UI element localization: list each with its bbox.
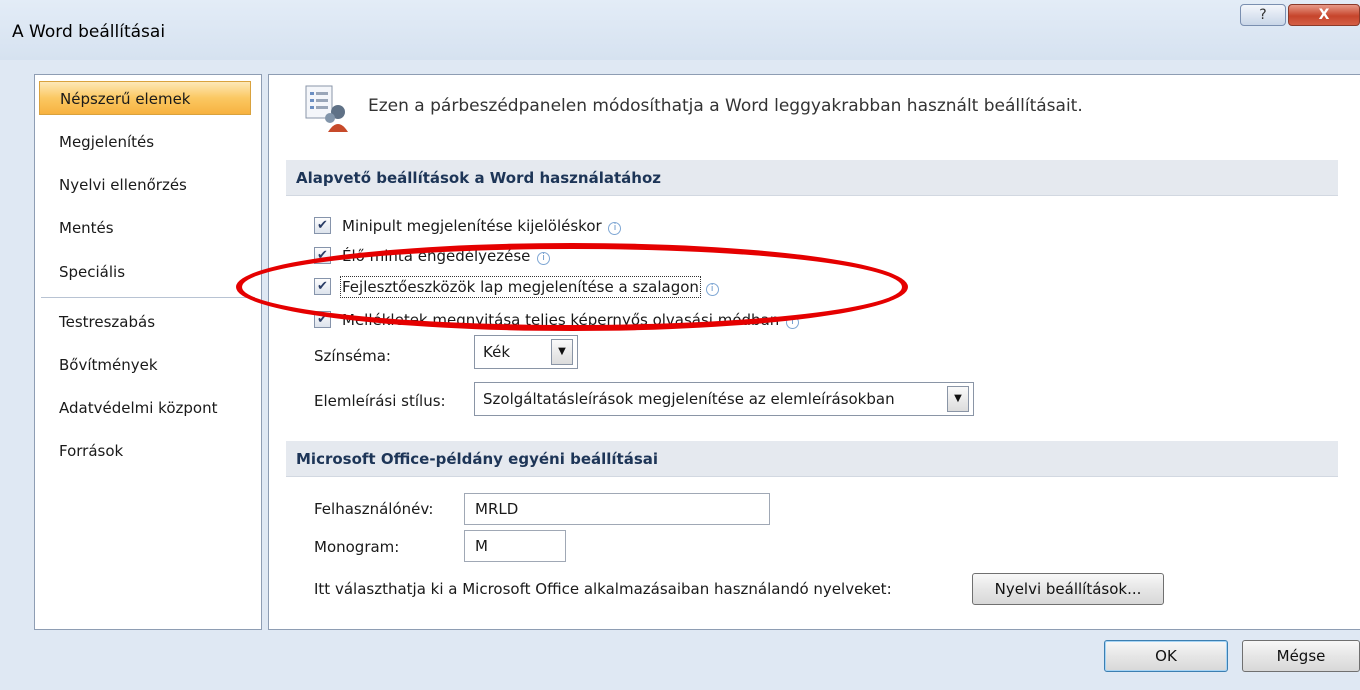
username-input[interactable]: MRLD [464,493,770,525]
section-header-personalize: Microsoft Office-példány egyéni beállítá… [286,441,1338,477]
sidebar-item-resources[interactable]: Források [35,434,261,468]
info-icon[interactable]: i [705,283,719,296]
info-icon[interactable]: i [608,222,622,235]
developer-tab-checkbox[interactable]: ✔ [314,278,331,295]
main-panel [268,74,1360,630]
sidebar-item-proofing[interactable]: Nyelvi ellenőrzés [35,168,261,202]
info-icon[interactable]: i [537,252,551,265]
color-scheme-value: Kék [483,343,511,361]
info-icon[interactable]: i [786,316,800,329]
sidebar-item-popular[interactable]: Népszerű elemek [39,81,251,115]
sidebar-divider [41,297,255,298]
sidebar-item-save[interactable]: Mentés [35,211,261,245]
cancel-button[interactable]: Mégse [1242,640,1360,672]
help-button[interactable]: ? [1240,4,1286,26]
chevron-down-icon[interactable]: ▼ [947,386,969,412]
developer-tab-label: Fejlesztőeszközök lap megjelenítése a sz… [340,276,701,298]
ok-button[interactable]: OK [1104,640,1228,672]
options-header-icon [305,85,348,132]
tooltip-style-value: Szolgáltatásleírások megjelenítése az el… [483,390,895,408]
sidebar-item-advanced[interactable]: Speciális [35,255,261,289]
live-preview-label: Élő minta engedélyezése [342,247,531,265]
section-header-basic: Alapvető beállítások a Word használatáho… [286,160,1338,196]
language-settings-button[interactable]: Nyelvi beállítások... [972,573,1164,605]
header-description: Ezen a párbeszédpanelen módosíthatja a W… [368,96,1083,116]
close-button[interactable]: X [1288,4,1360,26]
sidebar: Népszerű elemek Megjelenítés Nyelvi elle… [34,74,262,630]
window-title: A Word beállításai [12,22,166,42]
live-preview-checkbox[interactable]: ✔ [314,247,331,264]
sidebar-item-addins[interactable]: Bővítmények [35,348,261,382]
mini-toolbar-label: Minipult megjelenítése kijelöléskor [342,217,602,235]
fullscreen-reading-checkbox[interactable]: ✔ [314,311,331,328]
fullscreen-reading-label: Mellékletek megnyitása teljes képernyős … [342,311,780,329]
tooltip-style-label: Elemleírási stílus: [314,392,446,410]
sidebar-item-display[interactable]: Megjelenítés [35,125,261,159]
color-scheme-label: Színséma: [314,347,391,365]
title-bar[interactable]: A Word beállításai ? X [0,0,1360,60]
section-title-basic: Alapvető beállítások a Word használatáho… [296,169,661,187]
color-scheme-select[interactable]: Kék ▼ [474,335,578,369]
language-settings-text: Itt választhatja ki a Microsoft Office a… [314,580,892,598]
initials-label: Monogram: [314,538,400,556]
chevron-down-icon[interactable]: ▼ [551,339,573,365]
username-label: Felhasználónév: [314,500,434,518]
options-dialog: A Word beállításai ? X Népszerű elemek M… [0,0,1360,690]
tooltip-style-select[interactable]: Szolgáltatásleírások megjelenítése az el… [474,382,974,416]
sidebar-item-customize[interactable]: Testreszabás [35,305,261,339]
sidebar-item-trust-center[interactable]: Adatvédelmi központ [35,391,261,425]
initials-input[interactable]: M [464,530,566,562]
section-title-personalize: Microsoft Office-példány egyéni beállítá… [296,450,659,468]
mini-toolbar-checkbox[interactable]: ✔ [314,217,331,234]
